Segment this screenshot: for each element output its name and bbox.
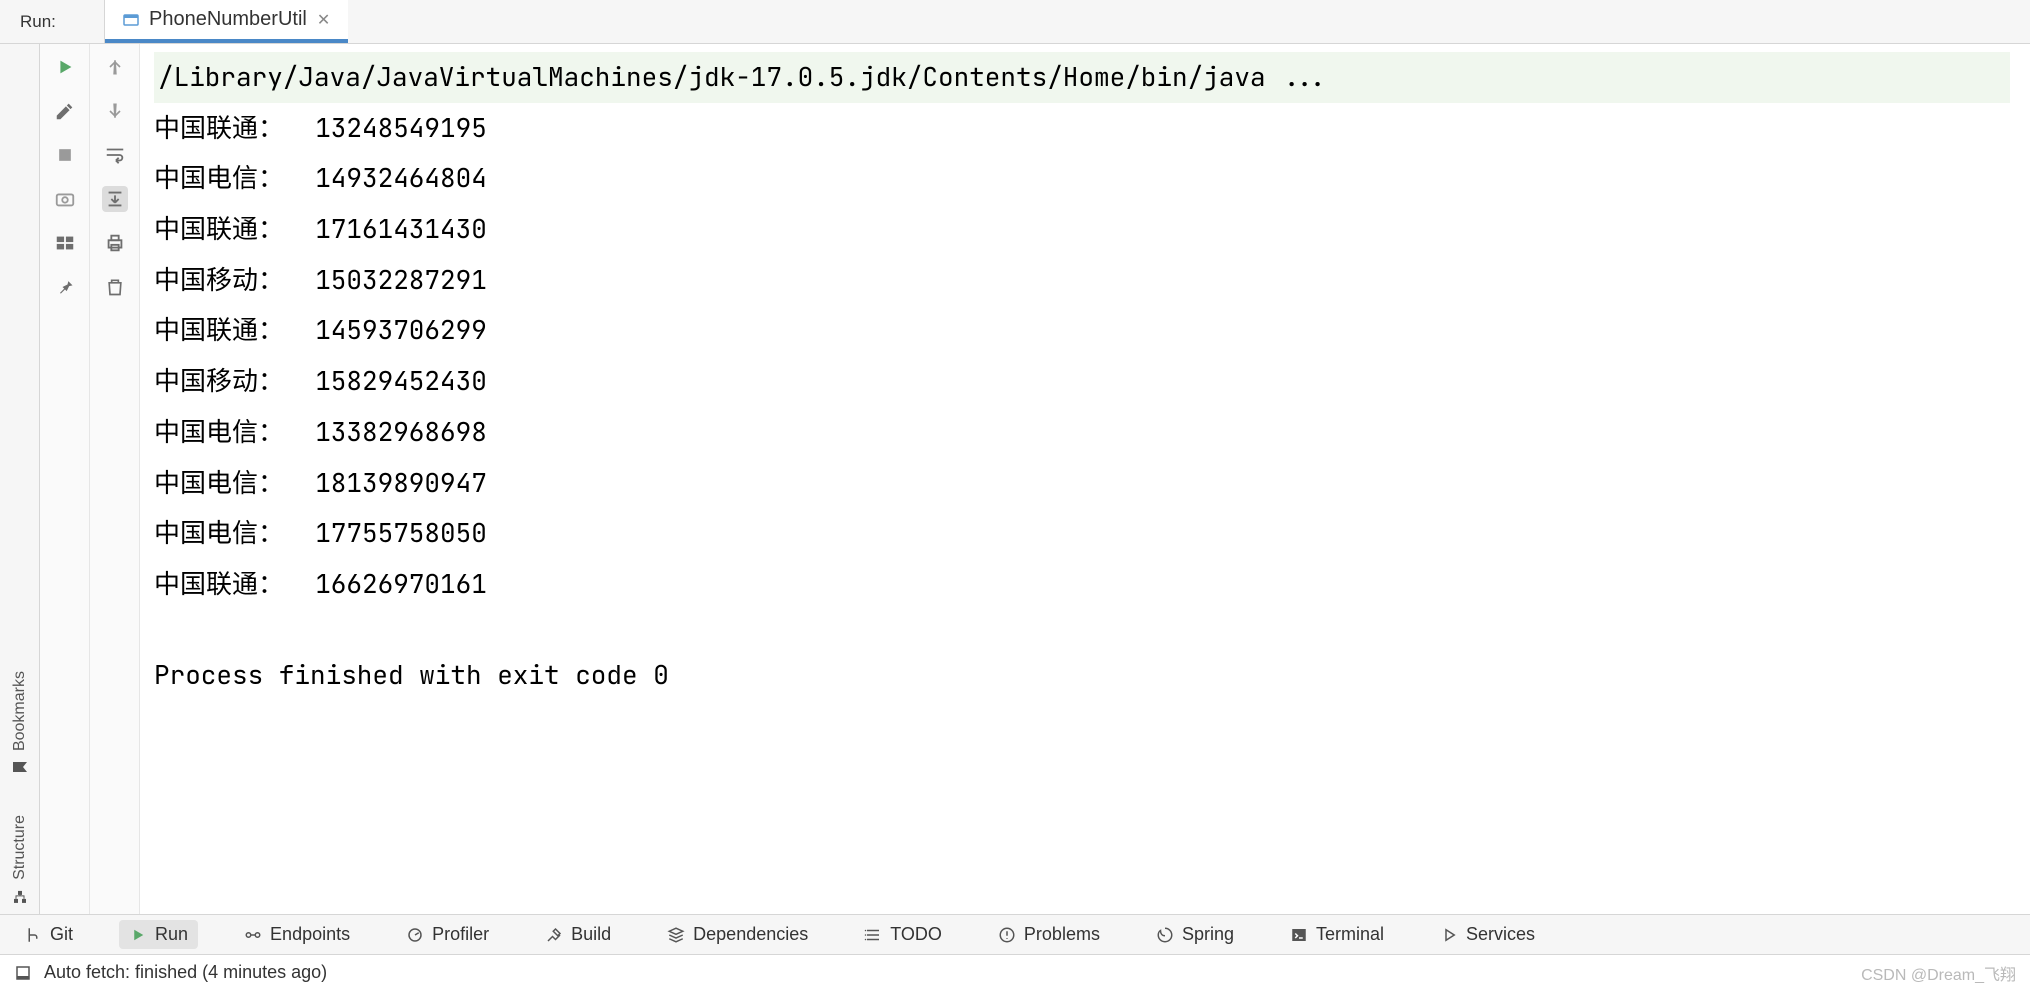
git-icon bbox=[24, 926, 42, 944]
rerun-button[interactable] bbox=[52, 54, 78, 80]
toolwindow-tab-label: Endpoints bbox=[270, 924, 350, 945]
edit-config-button[interactable] bbox=[52, 98, 78, 124]
terminal-icon bbox=[1290, 926, 1308, 944]
pin-button[interactable] bbox=[52, 274, 78, 300]
toolwindow-tab-label: Git bbox=[50, 924, 73, 945]
stop-button[interactable] bbox=[52, 142, 78, 168]
toolwindow-tab-problems[interactable]: Problems bbox=[988, 920, 1110, 949]
console-output[interactable]: /Library/Java/JavaVirtualMachines/jdk-17… bbox=[140, 44, 2030, 914]
run-config-tab-title: PhoneNumberUtil bbox=[149, 8, 307, 31]
build-icon bbox=[545, 926, 563, 944]
scroll-down-button[interactable] bbox=[102, 98, 128, 124]
side-tab-bookmarks[interactable]: Bookmarks bbox=[11, 671, 29, 775]
toolwindow-tab-label: Build bbox=[571, 924, 611, 945]
watermark: CSDN @Dream_飞翔 bbox=[1861, 961, 2016, 985]
toolwindow-tab-terminal[interactable]: Terminal bbox=[1280, 920, 1394, 949]
console-command-line: /Library/Java/JavaVirtualMachines/jdk-17… bbox=[154, 52, 2010, 103]
side-tab-bookmarks-label: Bookmarks bbox=[11, 671, 29, 751]
console-output-line: 中国电信： 14932464804 bbox=[154, 153, 2010, 204]
console-output-line: 中国联通： 16626970161 bbox=[154, 559, 2010, 610]
scroll-up-button[interactable] bbox=[102, 54, 128, 80]
toolwindow-tab-label: Problems bbox=[1024, 924, 1100, 945]
main-area: Bookmarks Structure bbox=[0, 44, 2030, 914]
toolwindow-tab-run[interactable]: Run bbox=[119, 920, 198, 949]
console-output-line: 中国联通： 17161431430 bbox=[154, 204, 2010, 255]
console-output-line: 中国电信： 13382968698 bbox=[154, 407, 2010, 458]
toolwindow-tab-todo[interactable]: TODO bbox=[854, 920, 952, 949]
console-output-line: 中国电信： 18139890947 bbox=[154, 458, 2010, 509]
problems-icon bbox=[998, 926, 1016, 944]
toolwindow-tab-label: Terminal bbox=[1316, 924, 1384, 945]
run-label: Run: bbox=[0, 0, 105, 43]
status-message: Auto fetch: finished (4 minutes ago) bbox=[44, 962, 327, 983]
toolwindow-tab-dependencies[interactable]: Dependencies bbox=[657, 920, 818, 949]
toolwindow-tab-git[interactable]: Git bbox=[14, 920, 83, 949]
console-output-line: 中国移动： 15032287291 bbox=[154, 255, 2010, 306]
console-output-line: 中国电信： 17755758050 bbox=[154, 508, 2010, 559]
console-output-line: 中国移动： 15829452430 bbox=[154, 356, 2010, 407]
console-exit-message: Process finished with exit code 0 bbox=[154, 650, 2010, 701]
toolwindow-tab-endpoints[interactable]: Endpoints bbox=[234, 920, 360, 949]
run-toolwindow-header: Run: PhoneNumberUtil ✕ bbox=[0, 0, 2030, 44]
toolwindow-tab-services[interactable]: Services bbox=[1430, 920, 1545, 949]
services-icon bbox=[1440, 926, 1458, 944]
toolwindow-tab-profiler[interactable]: Profiler bbox=[396, 920, 499, 949]
bottom-toolwindow-bar: Git Run Endpoints Profiler Build Dependencies… bbox=[0, 914, 2030, 954]
spring-icon bbox=[1156, 926, 1174, 944]
toolwindow-tab-label: Dependencies bbox=[693, 924, 808, 945]
close-icon[interactable]: ✕ bbox=[317, 10, 330, 30]
todo-icon bbox=[864, 926, 882, 944]
status-bar: Auto fetch: finished (4 minutes ago) CSD… bbox=[0, 954, 2030, 990]
layout-button[interactable] bbox=[52, 230, 78, 256]
endpoints-icon bbox=[244, 926, 262, 944]
toolwindow-tab-label: Profiler bbox=[432, 924, 489, 945]
print-button[interactable] bbox=[102, 230, 128, 256]
clear-all-button[interactable] bbox=[102, 274, 128, 300]
console-action-gutter bbox=[90, 44, 140, 914]
scroll-to-end-button[interactable] bbox=[102, 186, 128, 212]
dependencies-icon bbox=[667, 926, 685, 944]
toolwindow-tab-label: Spring bbox=[1182, 924, 1234, 945]
console-output-line: 中国联通： 13248549195 bbox=[154, 103, 2010, 154]
run-action-gutter bbox=[40, 44, 90, 914]
side-tab-structure-label: Structure bbox=[11, 815, 29, 880]
status-icon bbox=[14, 964, 32, 982]
console-output-line: 中国联通： 14593706299 bbox=[154, 305, 2010, 356]
toolwindow-tab-spring[interactable]: Spring bbox=[1146, 920, 1244, 949]
toolwindow-tab-build[interactable]: Build bbox=[535, 920, 621, 949]
toolwindow-tab-label: Services bbox=[1466, 924, 1535, 945]
soft-wrap-button[interactable] bbox=[102, 142, 128, 168]
toolwindow-tab-label: Run bbox=[155, 924, 188, 945]
application-icon bbox=[123, 12, 139, 28]
left-toolwindow-rail: Bookmarks Structure bbox=[0, 44, 40, 914]
run-icon bbox=[129, 926, 147, 944]
profiler-icon bbox=[406, 926, 424, 944]
toolwindow-tab-label: TODO bbox=[890, 924, 942, 945]
side-tab-structure[interactable]: Structure bbox=[11, 815, 29, 904]
run-config-tab[interactable]: PhoneNumberUtil ✕ bbox=[105, 0, 348, 43]
dump-threads-button[interactable] bbox=[52, 186, 78, 212]
